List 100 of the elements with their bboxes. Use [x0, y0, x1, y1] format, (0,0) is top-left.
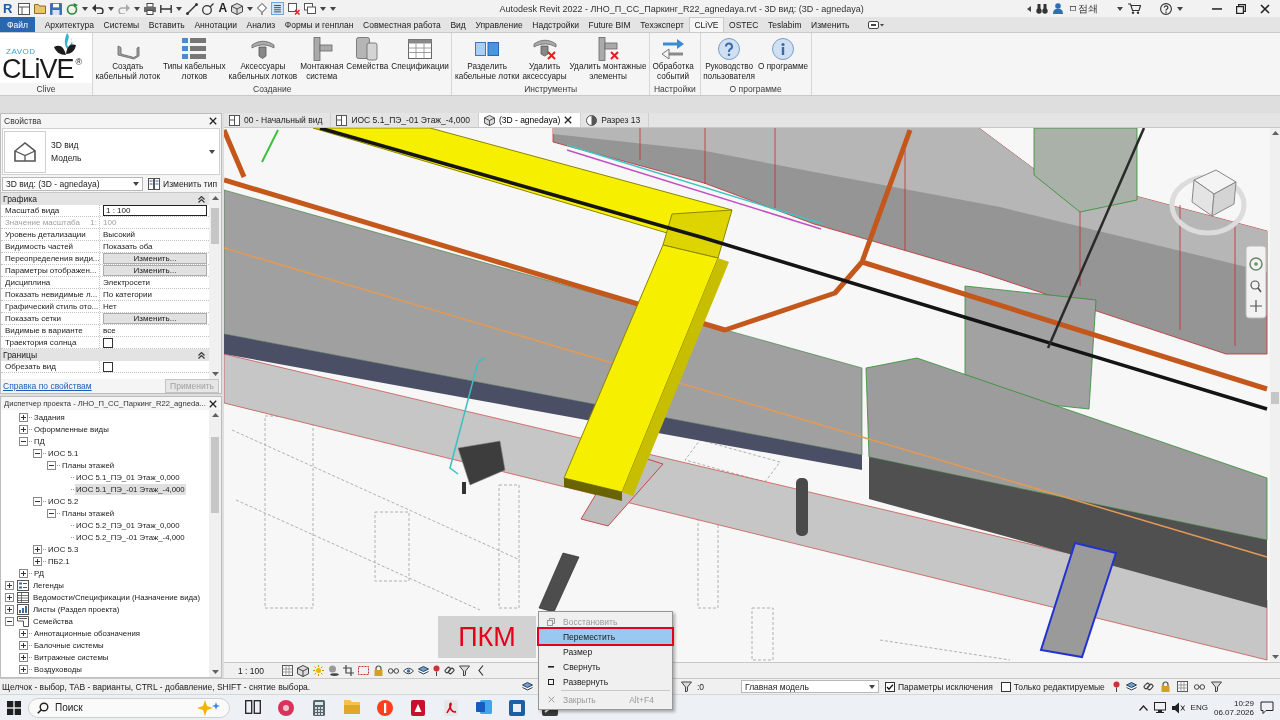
collapse-icon[interactable] — [47, 508, 56, 518]
collapse-icon[interactable] — [5, 616, 14, 626]
caret-icon[interactable] — [1177, 6, 1183, 11]
frame-icon[interactable] — [358, 666, 369, 675]
filter-icon[interactable] — [681, 681, 692, 692]
menu-tab[interactable]: Вставить — [143, 17, 190, 32]
collapse-icon[interactable] — [33, 448, 42, 458]
menu-item[interactable]: Размер — [539, 644, 672, 659]
layers-icon[interactable] — [522, 682, 533, 691]
collapse-icon[interactable] — [33, 496, 42, 506]
disc-icon[interactable] — [277, 699, 294, 716]
menu-tab[interactable]: CLiVE — [688, 17, 725, 32]
ribbon-button[interactable]: Создать кабельный лоток — [94, 33, 162, 82]
menu-tab[interactable]: Управление — [470, 17, 528, 32]
menu-item[interactable]: Переместить — [539, 629, 672, 644]
checkbox[interactable] — [103, 337, 113, 348]
expand-icon[interactable] — [19, 652, 28, 662]
scroll-down-icon[interactable] — [211, 372, 219, 376]
layers-icon[interactable] — [418, 666, 429, 675]
ribbon-button[interactable]: Аксессуары кабельных лотков — [227, 33, 299, 82]
menu-tab[interactable]: Анализ — [241, 17, 280, 32]
menu-tab[interactable]: Teslabim — [763, 17, 807, 32]
link-icon[interactable] — [1142, 681, 1154, 692]
minimize-icon[interactable] — [1212, 7, 1222, 10]
view-cube-icon[interactable] — [1169, 169, 1247, 236]
dimension-icon[interactable] — [160, 3, 173, 14]
expand-icon[interactable] — [5, 604, 14, 614]
app-logo[interactable]: R — [3, 1, 13, 16]
disc-icon[interactable] — [376, 699, 393, 716]
close-windows-icon[interactable] — [288, 2, 301, 15]
crop-icon[interactable] — [343, 665, 354, 676]
ribbon-button[interactable]: Типы кабельных лотков — [161, 33, 228, 82]
save-icon[interactable] — [50, 2, 63, 15]
task-view-icon[interactable] — [244, 699, 261, 714]
thin-lines-icon[interactable] — [271, 2, 285, 15]
caret-left-icon[interactable] — [1027, 5, 1031, 12]
window-icon[interactable] — [18, 2, 31, 15]
user-name[interactable]: ㅁ점쇄 — [1068, 2, 1098, 15]
help-link[interactable]: Справка по свойствам — [3, 381, 92, 391]
switch-windows-icon[interactable] — [304, 3, 317, 14]
close-icon[interactable] — [209, 399, 217, 408]
close-icon[interactable] — [209, 117, 217, 125]
document-icon[interactable] — [443, 699, 458, 716]
caret-icon[interactable] — [176, 6, 183, 11]
ribbon-button[interactable]: Удалить монтажные элементы — [568, 33, 648, 82]
ribbon-button[interactable]: Семейства — [344, 33, 390, 72]
ribbon-button[interactable]: Спецификации — [389, 33, 451, 72]
language-indicator[interactable]: ENG — [1190, 703, 1208, 712]
filter-icon[interactable] — [1210, 681, 1222, 692]
speaker-muted-icon[interactable] — [1171, 701, 1185, 714]
caret-icon[interactable] — [82, 6, 89, 11]
collapse-icon[interactable] — [198, 351, 205, 359]
scrollbar[interactable] — [1270, 128, 1280, 662]
cube-icon[interactable] — [297, 664, 309, 677]
ribbon-button[interactable]: Монтажная система — [298, 33, 345, 82]
ribbon-button[interactable]: Руководство пользователя — [701, 33, 757, 82]
layers-icon[interactable] — [1125, 682, 1137, 691]
search-bar[interactable]: Поиск — [28, 697, 230, 718]
glasses-icon[interactable] — [1193, 683, 1205, 690]
edit-type-button[interactable]: Изменить тип — [146, 176, 219, 191]
caret-icon[interactable] — [209, 149, 215, 154]
menu-tab[interactable]: Надстройки — [527, 17, 584, 32]
edit-button[interactable]: Изменить... — [103, 313, 207, 324]
caret-icon[interactable] — [108, 6, 115, 11]
scroll-up-icon[interactable] — [211, 413, 219, 417]
print-icon[interactable] — [144, 2, 157, 15]
scrollbar-thumb[interactable] — [1271, 392, 1279, 404]
line-icon[interactable] — [186, 2, 199, 15]
group-header[interactable]: Графика — [1, 193, 209, 205]
scrollbar-thumb[interactable] — [211, 208, 219, 244]
glasses-icon[interactable] — [388, 667, 399, 674]
ribbon-button[interactable]: Удалить аксессуары — [521, 33, 569, 82]
scrollbar[interactable] — [209, 410, 221, 677]
shadow-icon[interactable] — [328, 665, 339, 676]
menu-tab[interactable]: Техэксперт — [635, 17, 689, 32]
view-tab[interactable]: ИОС 5.1_ПЭ_-01 Этаж_-4,000 — [331, 113, 479, 127]
expand-icon[interactable] — [19, 640, 28, 650]
view-tab[interactable]: Разрез 13 — [581, 113, 650, 127]
view-dropdown[interactable]: 3D вид: (3D - agnedaya) — [2, 176, 144, 191]
menu-tab[interactable]: Архитектура — [39, 17, 99, 32]
view-tab[interactable]: (3D - agnedaya) — [478, 113, 582, 127]
clock-date[interactable]: 06.07.2026 — [1213, 707, 1254, 717]
ribbon-button[interactable]: Обработка событий — [650, 33, 696, 82]
menu-item[interactable]: Развернуть — [539, 674, 672, 689]
view-tab[interactable]: 00 - Начальный вид — [224, 113, 332, 127]
caret-icon[interactable] — [133, 181, 140, 186]
chevron-left-icon[interactable] — [478, 665, 484, 676]
clock-time[interactable]: 10:29 — [1233, 698, 1254, 708]
scroll-up-icon[interactable] — [211, 196, 219, 200]
view-scale[interactable]: 1 : 100 — [238, 665, 264, 676]
collapse-icon[interactable] — [198, 195, 205, 203]
menu-tab[interactable]: Формы и генплан — [280, 17, 359, 32]
eye-icon[interactable] — [403, 666, 414, 675]
link-icon[interactable] — [444, 665, 455, 676]
sync-icon[interactable] — [66, 2, 79, 15]
document-icon[interactable] — [475, 699, 492, 714]
caret-icon[interactable] — [1117, 6, 1123, 11]
cube-icon[interactable] — [231, 2, 244, 15]
scrollbar-thumb[interactable] — [211, 437, 219, 513]
steering-wheel-icon[interactable] — [1249, 257, 1263, 271]
